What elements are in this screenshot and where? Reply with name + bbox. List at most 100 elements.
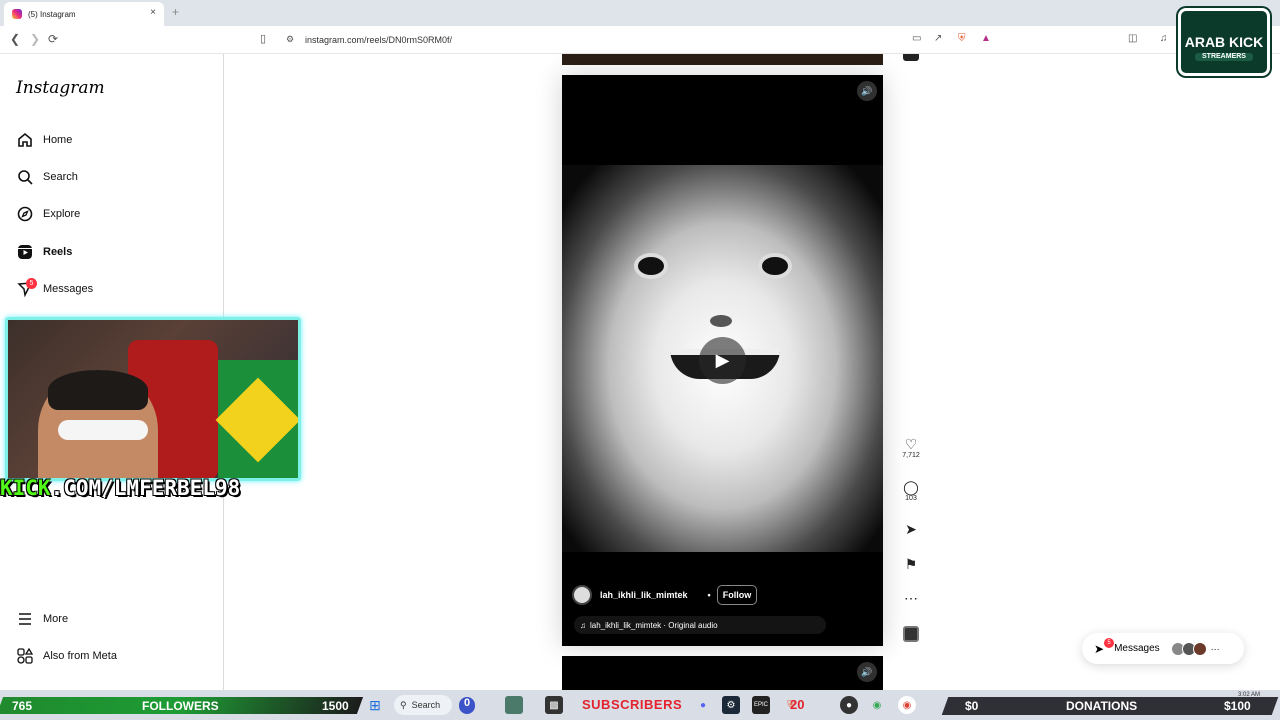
site-info-icon[interactable]: ⚙ xyxy=(286,34,294,45)
sidebar-item-home[interactable]: Home xyxy=(16,128,72,152)
reload-icon[interactable]: ⟳ xyxy=(48,32,58,46)
sidebar-item-search[interactable]: Search xyxy=(16,165,78,189)
share-icon[interactable]: ↗ xyxy=(934,33,942,44)
previous-reel-audio-thumb[interactable] xyxy=(903,54,919,61)
comment-icon[interactable]: ◯ xyxy=(896,479,926,495)
like-count: 7,712 xyxy=(902,452,920,459)
sidebar-item-messages[interactable]: 5 Messages xyxy=(16,277,93,301)
share-action[interactable]: ➤ xyxy=(896,521,926,537)
volume-icon[interactable]: 🔊 xyxy=(857,662,877,682)
media-icon[interactable]: ♫ xyxy=(1160,33,1168,44)
next-reel[interactable]: 🔊 xyxy=(562,656,883,690)
followers-count: 765 xyxy=(12,699,33,713)
steam-icon[interactable]: ⚙ xyxy=(722,696,740,714)
url-text: instagram.com/reels/DN0rmS0RM0f/ xyxy=(305,35,453,45)
heart-icon[interactable]: ♡ xyxy=(896,436,926,452)
streamer-hair xyxy=(48,370,148,410)
taskbar-search-label: Search xyxy=(411,700,441,710)
cat-nose xyxy=(710,315,732,327)
compass-icon xyxy=(16,205,34,223)
back-icon[interactable]: ❮ xyxy=(10,32,20,46)
subscribers-goal: 20 xyxy=(790,697,805,712)
cat-right-eye xyxy=(758,253,792,279)
reel-author-row: lah_ikhli_lik_mimtek • Follow xyxy=(572,583,872,607)
tab-close-icon[interactable]: × xyxy=(150,7,156,18)
bookmark-icon[interactable]: ⚑ xyxy=(896,556,926,572)
sidebar-toggle-icon[interactable]: ◫ xyxy=(1128,33,1137,44)
cat-left-eye xyxy=(634,253,668,279)
windows-start-icon[interactable]: ⊞ xyxy=(366,696,384,714)
audio-label: lah_ikhli_lik_mimtek · Original audio xyxy=(590,620,718,630)
like-action[interactable]: ♡ 7,712 xyxy=(896,436,926,459)
arab-kick-streamers-logo: ARAB KICK STREAMERS xyxy=(1178,8,1270,76)
reel-video[interactable]: 🔊 ▶ lah_ikhli_lik_mimtek • Follow ♫ lah_… xyxy=(562,75,883,646)
sunglasses xyxy=(58,420,148,440)
sidebar-item-label: More xyxy=(43,613,69,625)
donations-goal: $100 xyxy=(1224,699,1251,713)
streamer-webcam xyxy=(5,317,301,481)
home-icon xyxy=(16,131,34,149)
subscribers-count: 0 xyxy=(459,697,475,714)
more-options-action[interactable]: ⋯ xyxy=(896,590,926,606)
audio-thumbnail[interactable] xyxy=(903,626,919,642)
instagram-logo[interactable]: Instagram xyxy=(16,78,105,98)
browser-tab-strip: (5) Instagram × + xyxy=(0,0,1280,26)
browser-toolbar: ❮ ❯ ⟳ ▯ ⚙ instagram.com/reels/DN0rmS0RM0… xyxy=(0,26,1280,54)
brazil-flag xyxy=(218,360,298,478)
message-avatars xyxy=(1170,641,1207,656)
more-icon[interactable]: ⋯ xyxy=(896,590,926,606)
sidebar-item-label: Reels xyxy=(43,246,73,258)
messages-pill[interactable]: ➤ 5 Messages ··· xyxy=(1082,633,1244,664)
previous-reel[interactable] xyxy=(562,54,883,65)
original-audio-link[interactable]: ♫ lah_ikhli_lik_mimtek · Original audio xyxy=(574,616,826,634)
epic-games-icon[interactable]: EPIC xyxy=(752,696,770,714)
donations-label: DONATIONS xyxy=(1066,699,1138,713)
chrome-icon[interactable]: ◉ xyxy=(868,696,886,714)
taskbar-search[interactable]: ⚲ Search xyxy=(394,695,452,715)
followers-goal: 1500 xyxy=(322,699,349,713)
taskbar-clock: 3:02 AM xyxy=(1238,692,1261,698)
chrome-active-icon[interactable]: ◉ xyxy=(898,696,916,714)
donations-amount: $0 xyxy=(965,699,979,713)
discord-icon[interactable]: ● xyxy=(694,696,712,714)
address-bar[interactable]: ⚙ instagram.com/reels/DN0rmS0RM0f/ xyxy=(280,30,1000,50)
sidebar-item-reels[interactable]: Reels xyxy=(16,240,72,264)
subscribers-label: SUBSCRIBERS xyxy=(582,697,683,712)
cast-icon[interactable]: ▭ xyxy=(912,33,921,44)
bookmark-icon[interactable]: ▯ xyxy=(260,32,266,45)
follow-button[interactable]: Follow xyxy=(716,585,758,605)
forward-icon[interactable]: ❯ xyxy=(30,32,40,46)
search-icon: ⚲ xyxy=(400,699,407,710)
avatar[interactable] xyxy=(572,585,592,605)
comment-count: 103 xyxy=(905,495,917,502)
comment-action[interactable]: ◯ 103 xyxy=(896,479,926,502)
reel-username[interactable]: lah_ikhli_lik_mimtek xyxy=(600,590,688,600)
volume-icon[interactable]: 🔊 xyxy=(857,81,877,101)
followers-label: FOLLOWERS xyxy=(142,699,219,713)
play-button[interactable]: ▶ xyxy=(699,337,746,384)
more-icon: ··· xyxy=(1210,643,1220,654)
send-icon[interactable]: ➤ xyxy=(896,521,926,537)
instagram-favicon-icon xyxy=(12,9,22,19)
sidebar-item-more[interactable]: More xyxy=(16,607,68,631)
obs-icon[interactable]: ● xyxy=(840,696,858,714)
messenger-icon: ➤ xyxy=(1094,641,1105,656)
messages-badge: 5 xyxy=(26,278,37,289)
brave-rewards-icon[interactable]: ▲ xyxy=(981,33,991,44)
sidebar-item-explore[interactable]: Explore xyxy=(16,202,80,226)
sidebar-item-also-from-meta[interactable]: Also from Meta xyxy=(16,644,117,668)
search-icon xyxy=(16,168,34,186)
brave-shield-icon[interactable]: ⛨ xyxy=(958,33,966,44)
meta-icon xyxy=(16,647,34,665)
tab-title: (5) Instagram xyxy=(28,9,76,19)
browser-tab[interactable]: (5) Instagram × xyxy=(4,2,164,26)
sidebar-item-label: Home xyxy=(43,134,73,146)
messages-label: Messages xyxy=(1114,643,1160,654)
reels-icon xyxy=(16,243,34,261)
new-tab-button[interactable]: + xyxy=(172,5,179,19)
messenger-icon: 5 xyxy=(16,278,37,298)
taskview-icon[interactable]: ▩ xyxy=(545,696,563,714)
taskbar-app-icon[interactable] xyxy=(505,696,523,714)
sidebar-item-label: Messages xyxy=(43,283,94,295)
save-action[interactable]: ⚑ xyxy=(896,556,926,572)
